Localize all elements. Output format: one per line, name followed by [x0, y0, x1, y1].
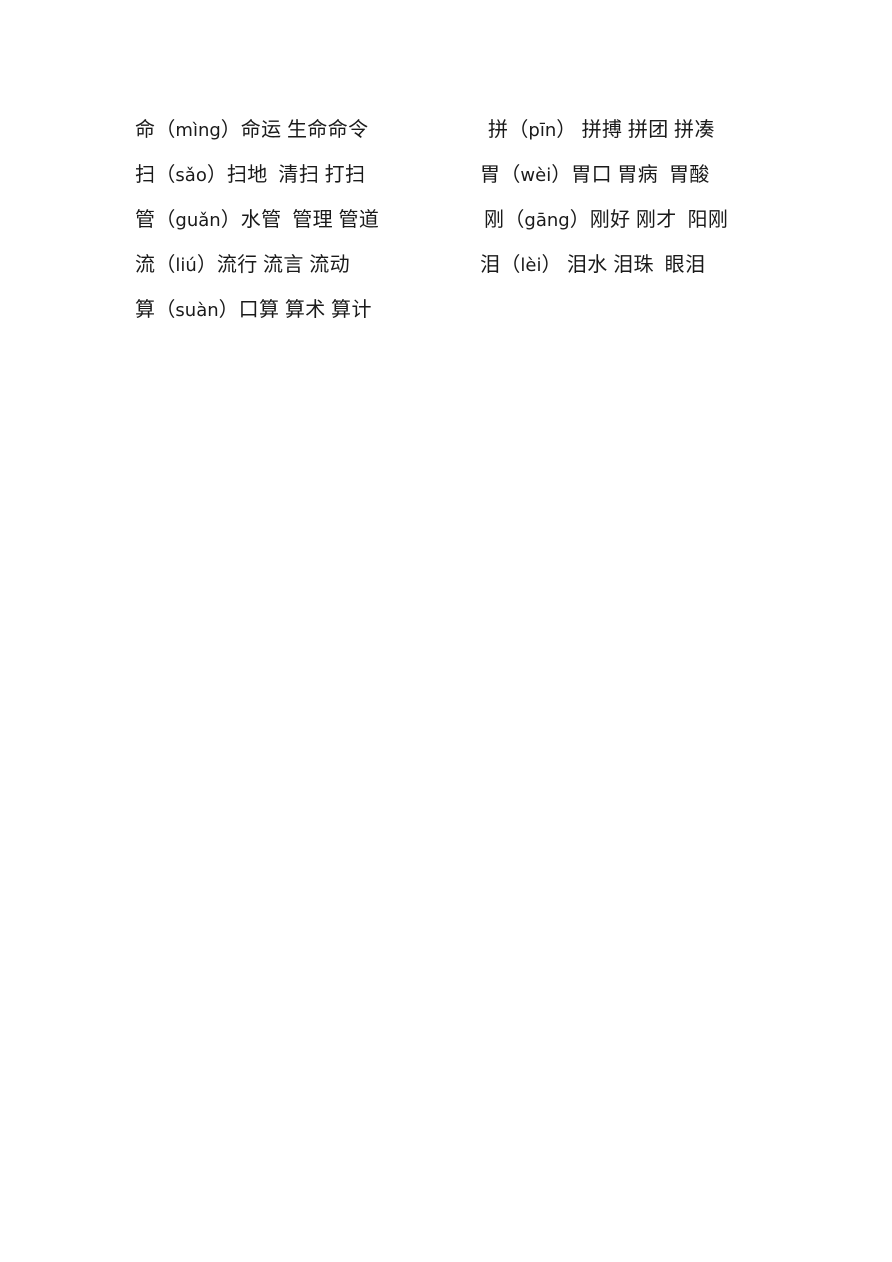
- vocabulary-entry-left: 扫（sǎo）扫地 清扫 打扫: [135, 153, 480, 198]
- entry-close-paren: ）: [541, 254, 562, 276]
- entry-close-paren: ）: [206, 164, 227, 186]
- entry-character: 管: [135, 209, 156, 231]
- vocabulary-row: 管（guǎn）水管 管理 管道 刚（gāng）刚好 刚才 阳刚: [135, 198, 775, 243]
- entry-pinyin: mìng: [175, 120, 221, 141]
- entry-character: 流: [135, 254, 156, 276]
- entry-character: 泪: [480, 254, 501, 276]
- entry-pinyin: guǎn: [175, 210, 221, 231]
- entry-open-paren: （: [155, 119, 176, 141]
- entry-open-paren: （: [500, 164, 521, 186]
- vocabulary-row: 命（mìng）命运 生命命令 拼（pīn） 拼搏 拼团 拼凑: [135, 108, 775, 153]
- entry-words: 胃口 胃病 胃酸: [571, 164, 710, 186]
- entry-character: 扫: [135, 164, 156, 186]
- entry-open-paren: （: [508, 119, 529, 141]
- entry-close-paren: ）: [551, 164, 572, 186]
- entry-character: 胃: [480, 164, 501, 186]
- vocabulary-entry-left: 命（mìng）命运 生命命令: [135, 108, 480, 153]
- vocabulary-entry-left: 管（guǎn）水管 管理 管道: [135, 198, 480, 243]
- entry-words: 水管 管理 管道: [240, 209, 380, 231]
- entry-words: 泪水 泪珠 眼泪: [561, 254, 706, 276]
- entry-open-paren: （: [155, 209, 176, 231]
- entry-open-paren: （: [155, 299, 176, 321]
- entry-words: 流行 流言 流动: [216, 254, 351, 276]
- entry-close-paren: ）: [220, 119, 241, 141]
- entry-close-paren: ）: [218, 299, 239, 321]
- vocabulary-entry-right: 拼（pīn） 拼搏 拼团 拼凑: [480, 108, 715, 154]
- entry-words: 扫地 清扫 打扫: [226, 164, 366, 186]
- entry-lead-space: [480, 109, 488, 154]
- vocabulary-row: 扫（sǎo）扫地 清扫 打扫 胃（wèi）胃口 胃病 胃酸: [135, 153, 775, 198]
- vocabulary-row: 流（liú）流行 流言 流动 泪（lèi） 泪水 泪珠 眼泪: [135, 243, 775, 288]
- entry-character: 拼: [488, 119, 509, 141]
- entry-close-paren: ）: [196, 254, 217, 276]
- entry-open-paren: （: [500, 254, 521, 276]
- entry-pinyin: liú: [175, 255, 197, 276]
- document-page: 命（mìng）命运 生命命令 拼（pīn） 拼搏 拼团 拼凑 扫（sǎo）扫地 …: [0, 0, 892, 1262]
- entry-open-paren: （: [155, 164, 176, 186]
- vocabulary-row: 算（suàn）口算 算术 算计: [135, 288, 775, 333]
- entry-pinyin: gāng: [524, 210, 570, 231]
- entry-pinyin: pīn: [528, 120, 557, 141]
- entry-pinyin: sǎo: [175, 165, 207, 186]
- vocabulary-entry-left: 算（suàn）口算 算术 算计: [135, 288, 480, 333]
- entry-close-paren: ）: [556, 119, 577, 141]
- vocabulary-list: 命（mìng）命运 生命命令 拼（pīn） 拼搏 拼团 拼凑 扫（sǎo）扫地 …: [135, 108, 775, 333]
- entry-words: 命运 生命命令: [240, 119, 369, 141]
- entry-words: 拼搏 拼团 拼凑: [576, 119, 715, 141]
- entry-pinyin: wèi: [520, 165, 552, 186]
- entry-open-paren: （: [155, 254, 176, 276]
- vocabulary-entry-right: 泪（lèi） 泪水 泪珠 眼泪: [480, 243, 705, 288]
- entry-words: 口算 算术 算计: [238, 299, 372, 321]
- entry-character: 算: [135, 299, 156, 321]
- entry-character: 命: [135, 119, 156, 141]
- entry-words: 刚好 刚才 阳刚: [589, 209, 729, 231]
- entry-close-paren: ）: [220, 209, 241, 231]
- vocabulary-entry-left: 流（liú）流行 流言 流动: [135, 243, 480, 288]
- entry-pinyin: suàn: [175, 300, 219, 321]
- entry-open-paren: （: [504, 209, 525, 231]
- entry-character: 刚: [484, 209, 505, 231]
- vocabulary-entry-right: 胃（wèi）胃口 胃病 胃酸: [480, 153, 710, 198]
- entry-close-paren: ）: [569, 209, 590, 231]
- vocabulary-entry-right: 刚（gāng）刚好 刚才 阳刚: [480, 198, 728, 244]
- entry-pinyin: lèi: [520, 255, 542, 276]
